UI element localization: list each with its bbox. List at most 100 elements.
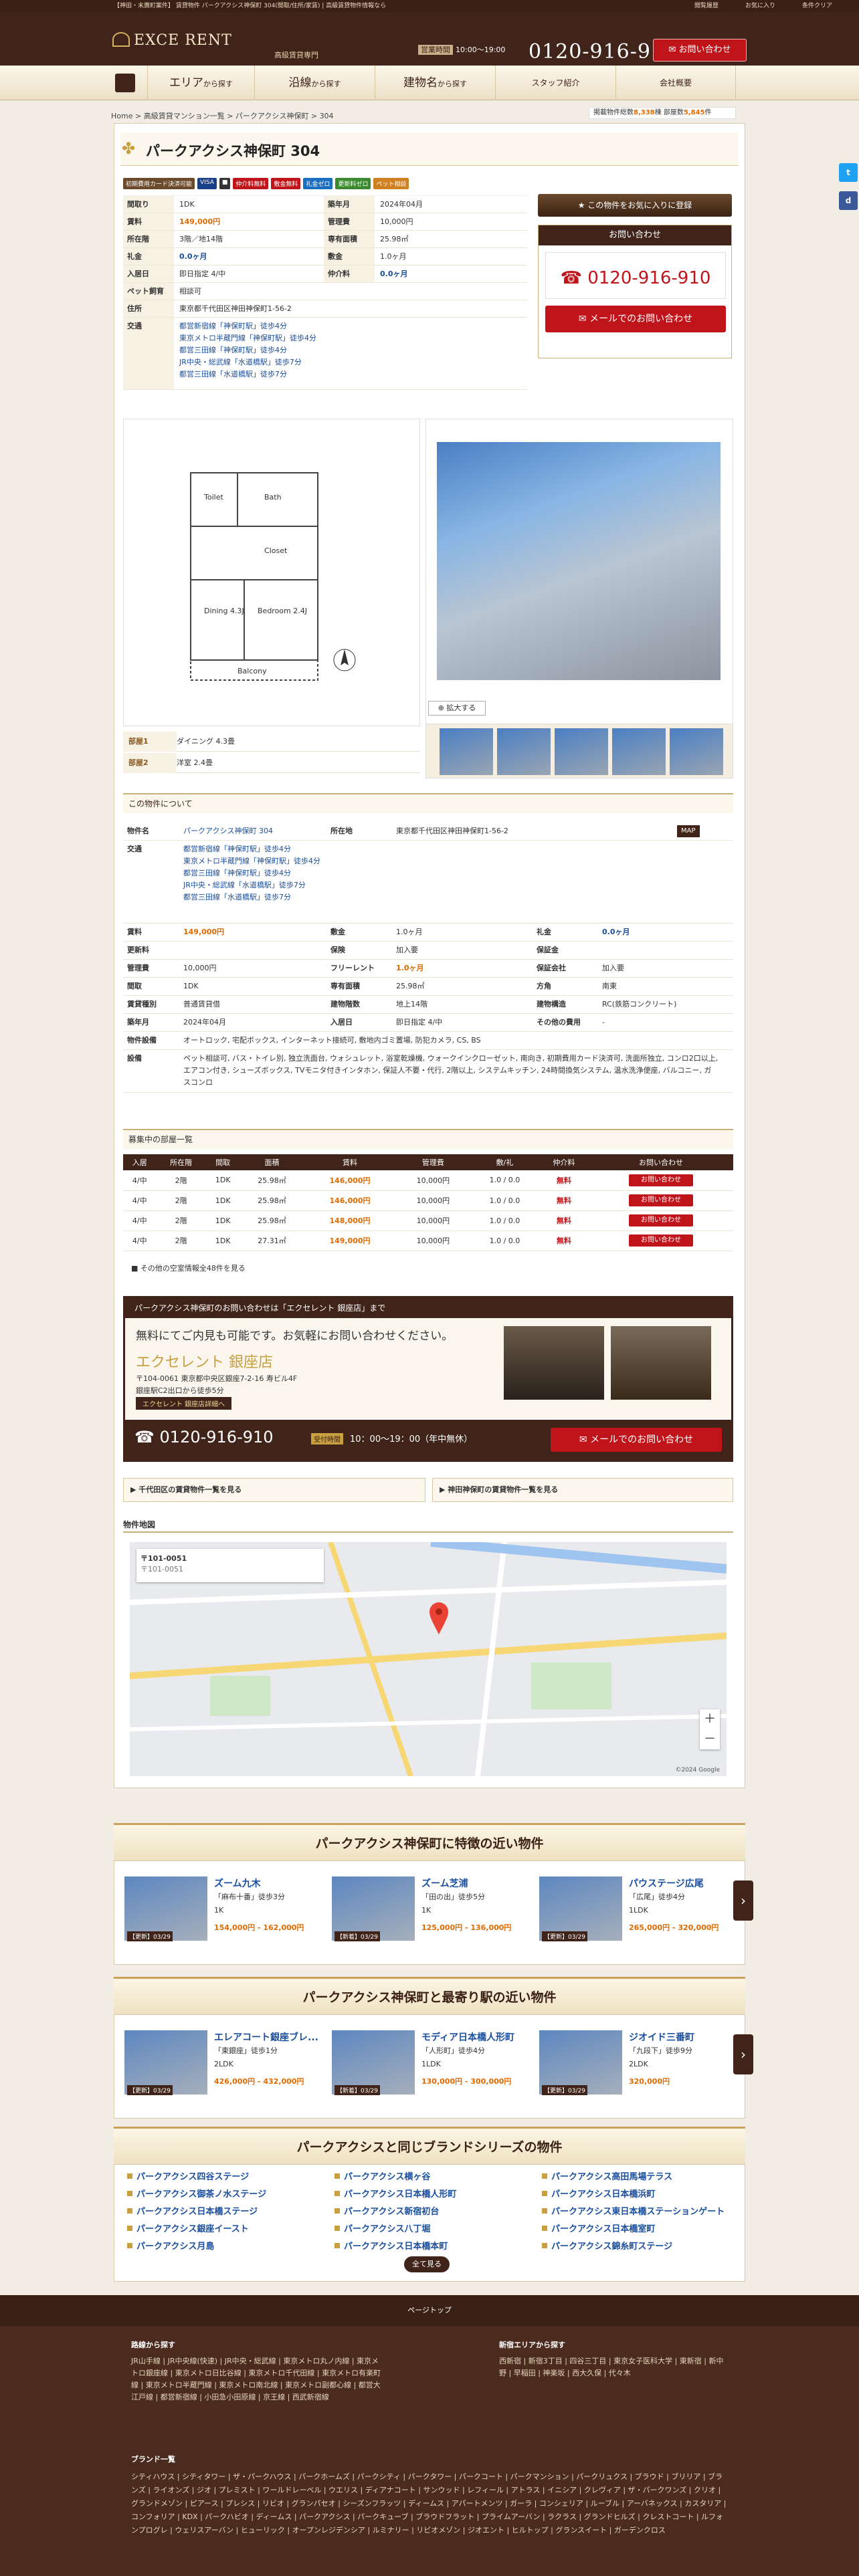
svg-text:Bedroom 2.4J: Bedroom 2.4J bbox=[258, 607, 307, 615]
row-inquiry-button[interactable]: お問い合わせ bbox=[629, 1174, 693, 1186]
brand-link[interactable]: パークアクシス八丁堀 bbox=[335, 2222, 430, 2234]
site-logo[interactable]: EXCE RENT bbox=[112, 32, 232, 49]
map-title: 物件地図 bbox=[123, 1517, 733, 1533]
share-icon[interactable]: d bbox=[839, 191, 858, 210]
floor-plan[interactable]: Toilet Bath Closet Dining 4.3J Bedroom 2… bbox=[123, 419, 420, 726]
breadcrumb[interactable]: Home > 高級賃貸マンション一覧 > パークアクシス神保町 > 304 bbox=[111, 110, 334, 121]
svg-text:Closet: Closet bbox=[264, 546, 288, 555]
brand-link[interactable]: パークアクシス四谷ステージ bbox=[127, 2169, 249, 2182]
thumbnail[interactable] bbox=[555, 728, 608, 775]
inquiry-tel[interactable]: ☎ 0120-916-910 bbox=[545, 252, 726, 299]
map-button[interactable]: MAP bbox=[677, 825, 700, 837]
access-line[interactable]: JR中央・総武線「水道橋駅」徒歩7分 bbox=[179, 358, 302, 366]
social-buttons: t d bbox=[839, 163, 858, 219]
brand-link[interactable]: パークアクシス日本橋ステージ bbox=[127, 2204, 258, 2217]
link-town-list[interactable]: ▶ 神田神保町の賃貸物件一覧を見る bbox=[432, 1478, 733, 1502]
shop-header: パークアクシス神保町のお問い合わせは「エクセレント 銀座店」まで bbox=[125, 1298, 731, 1318]
mail-inquiry-button[interactable]: ✉ メールでのお問い合わせ bbox=[545, 306, 726, 332]
row-inquiry-button[interactable]: お問い合わせ bbox=[629, 1235, 693, 1247]
next-arrow-icon[interactable]: › bbox=[733, 1881, 753, 1921]
nearest-card[interactable]: 【更新】03/29 ジオイド三番町 「九段下」徒歩9分 2LDK 320,000円 bbox=[539, 2030, 733, 2131]
shop-hours: 10：00～19：00（年中無休） bbox=[350, 1434, 473, 1444]
shop-photo bbox=[611, 1326, 711, 1400]
property-map[interactable]: 〒101-0051 〒101-0051 ＋－ ©2024 Google bbox=[130, 1542, 727, 1776]
access-line[interactable]: 都営三田線「水道橋駅」徒歩7分 bbox=[179, 370, 287, 379]
nearest-card[interactable]: 【更新】03/29 エレアコート銀座ブレ... 「東銀座」徒歩1分 2LDK 426,0… bbox=[124, 2030, 318, 2131]
nav-line[interactable]: 沿線から探す bbox=[254, 66, 375, 100]
shop-detail-button[interactable]: エクセレント 銀座店詳細へ bbox=[136, 1397, 232, 1410]
building-icon: ✤ bbox=[122, 139, 136, 158]
top-notice-text: 【神田・末廣町案件】 賃貸物件 パークアクシス神保町 304(間取/住所/家賃)… bbox=[114, 3, 387, 9]
home-icon[interactable] bbox=[115, 74, 135, 92]
brand-link[interactable]: パークアクシス御茶ノ水ステージ bbox=[127, 2187, 266, 2199]
table-row: 4/中 2階 1DK 27.31㎡ 149,000円 10,000円 1.0 / 0.0 無料… bbox=[123, 1230, 733, 1251]
brand-link[interactable]: パークアクシス日本橋人形町 bbox=[335, 2187, 456, 2199]
tag-no-fee: 仲介料無料 bbox=[233, 178, 269, 189]
favorite-link[interactable]: お気に入り bbox=[745, 0, 775, 12]
inquiry-box: お問い合わせ ☎ 0120-916-910 ✉ メールでのお問い合わせ bbox=[538, 225, 732, 358]
brand-link[interactable]: パークアクシス横ヶ谷 bbox=[335, 2169, 430, 2182]
floor-plan-drawing: Toilet Bath Closet Dining 4.3J Bedroom 2… bbox=[190, 472, 356, 681]
brand-link[interactable]: パークアクシス錦糸町ステージ bbox=[542, 2239, 672, 2252]
brand-link[interactable]: パークアクシス日本橋室町 bbox=[542, 2222, 655, 2234]
shop-tel[interactable]: ☎ 0120-916-910 bbox=[134, 1428, 274, 1446]
thumbnail[interactable] bbox=[440, 728, 493, 775]
site-footer: 路線から探す JR山手線 | JR中央線(快速) | JR中央・総武線 | 東京メ… bbox=[0, 2326, 859, 2576]
room-row: 部屋1 ダイニング 4.3畳 bbox=[123, 732, 420, 752]
thumbnail[interactable] bbox=[612, 728, 666, 775]
nearest-card[interactable]: 【新着】03/29 モディア日本橋人形町 「人形町」徒歩4分 1LDK 130,000円… bbox=[332, 2030, 526, 2131]
thumbnail[interactable] bbox=[497, 728, 551, 775]
nav-building[interactable]: 建物名から探す bbox=[375, 66, 495, 100]
footer-area-links[interactable]: 西新宿 | 新宿3丁目 | 四谷三丁目 | 東京女子医科大学 | 東新宿 | 新… bbox=[499, 2355, 727, 2379]
footer-route-links[interactable]: JR山手線 | JR中央線(快速) | JR中央・総武線 | 東京メトロ丸ノ内線… bbox=[131, 2355, 385, 2403]
tag-card-payment: 初期費用カード決済可能 bbox=[123, 178, 195, 189]
page-top-button[interactable]: ページトップ bbox=[0, 2295, 859, 2326]
brand-link[interactable]: パークアクシス高田馬場テラス bbox=[542, 2169, 672, 2182]
brand-link[interactable]: パークアクシス日本橋本町 bbox=[335, 2239, 448, 2252]
shop-mail-button[interactable]: ✉ メールでのお問い合わせ bbox=[551, 1428, 722, 1452]
thumbnail[interactable] bbox=[670, 728, 723, 775]
row-inquiry-button[interactable]: お問い合わせ bbox=[629, 1214, 693, 1226]
shop-catch: 無料にてご内見も可能です。お気軽にお問い合わせください。 bbox=[136, 1329, 454, 1343]
link-area-list[interactable]: ▶ 千代田区の賃貸物件一覧を見る bbox=[123, 1478, 425, 1502]
history-link[interactable]: 閲覧履歴 bbox=[694, 0, 719, 12]
access-line[interactable]: 都営三田線「神保町駅」徒歩4分 bbox=[179, 346, 287, 354]
twitter-icon[interactable]: t bbox=[839, 163, 858, 182]
next-arrow-icon[interactable]: › bbox=[733, 2034, 753, 2074]
more-rooms-link[interactable]: ■ その他の空室情報全48件を見る bbox=[131, 1263, 246, 1273]
nav-area[interactable]: エリアから探す bbox=[147, 66, 254, 100]
access-line[interactable]: 東京メトロ半蔵門線「神保町駅」徒歩4分 bbox=[179, 334, 316, 342]
map-zoom-control[interactable]: ＋－ bbox=[700, 1709, 720, 1749]
view-all-button[interactable]: 全て見る bbox=[404, 2256, 450, 2272]
header-contact-button[interactable]: ✉ お問い合わせ bbox=[653, 39, 747, 62]
similar-card[interactable]: 【更新】03/29 パウステージ広尾 「広尾」徒歩4分 1LDK 265,000円 - … bbox=[539, 1876, 733, 1977]
svg-text:Bath: Bath bbox=[264, 493, 282, 502]
shop-name: エクセレント 銀座店 bbox=[136, 1354, 273, 1371]
logo-mark-icon bbox=[112, 32, 130, 47]
clear-link[interactable]: 条件クリア bbox=[802, 0, 832, 12]
similar-card[interactable]: 【更新】03/29 ズーム九木 「麻布十番」徒歩3分 1K 154,000円 - 162… bbox=[124, 1876, 318, 1977]
footer-brand-links[interactable]: シティハウス | シティタワー | ザ・パークハウス | パークホームズ | パ… bbox=[131, 2470, 727, 2537]
feature-tags: 初期費用カード決済可能 VISA ■ 仲介料無料 敷金無料 礼金ゼロ 更新料ゼロ… bbox=[123, 178, 409, 189]
recruit-table: 入居 所在階 間取 面積 賃料 管理費 敷/礼 仲介料 お問い合わせ 4/中 2階 1DK 25.98… bbox=[123, 1154, 733, 1251]
listing-stats: 掲載物件総数8,338棟 部屋数5,845件 bbox=[589, 107, 736, 119]
table-row: 4/中 2階 1DK 25.98㎡ 146,000円 10,000円 1.0 / 0.0 無料… bbox=[123, 1170, 733, 1191]
brand-link[interactable]: パークアクシス東日本橋ステーションゲート bbox=[542, 2204, 725, 2217]
brand-link[interactable]: パークアクシス新宿初台 bbox=[335, 2204, 439, 2217]
brand-link[interactable]: パークアクシス月島 bbox=[127, 2239, 214, 2252]
room-row: 部屋2 洋室 2.4畳 bbox=[123, 753, 420, 773]
shop-box: パークアクシス神保町のお問い合わせは「エクセレント 銀座店」まで 無料にてご内見… bbox=[123, 1296, 733, 1462]
brand-link[interactable]: パークアクシス銀座イースト bbox=[127, 2222, 249, 2234]
brand-link[interactable]: パークアクシス日本橋浜町 bbox=[542, 2187, 655, 2199]
similar-card[interactable]: 【新着】03/29 ズーム芝浦 「田の出」徒歩5分 1K 125,000円 - 136,… bbox=[332, 1876, 526, 1977]
building-photo[interactable] bbox=[425, 419, 733, 726]
add-favorite-button[interactable]: ★ この物件をお気に入りに登録 bbox=[538, 194, 732, 217]
zoom-button[interactable]: ⊕ 拡大する bbox=[428, 701, 486, 716]
brand-section-title: パークアクシスと同じブランドシリーズの物件 bbox=[114, 2127, 745, 2164]
tag-no-renewal: 更新料ゼロ bbox=[335, 178, 371, 189]
access-line[interactable]: 都営新宿線「神保町駅」徒歩4分 bbox=[179, 322, 287, 330]
nav-company[interactable]: 会社概要 bbox=[615, 66, 736, 100]
nav-staff[interactable]: スタッフ紹介 bbox=[495, 66, 615, 100]
logo-subtitle: 高級賃貸専門 bbox=[274, 51, 318, 60]
row-inquiry-button[interactable]: お問い合わせ bbox=[629, 1194, 693, 1206]
